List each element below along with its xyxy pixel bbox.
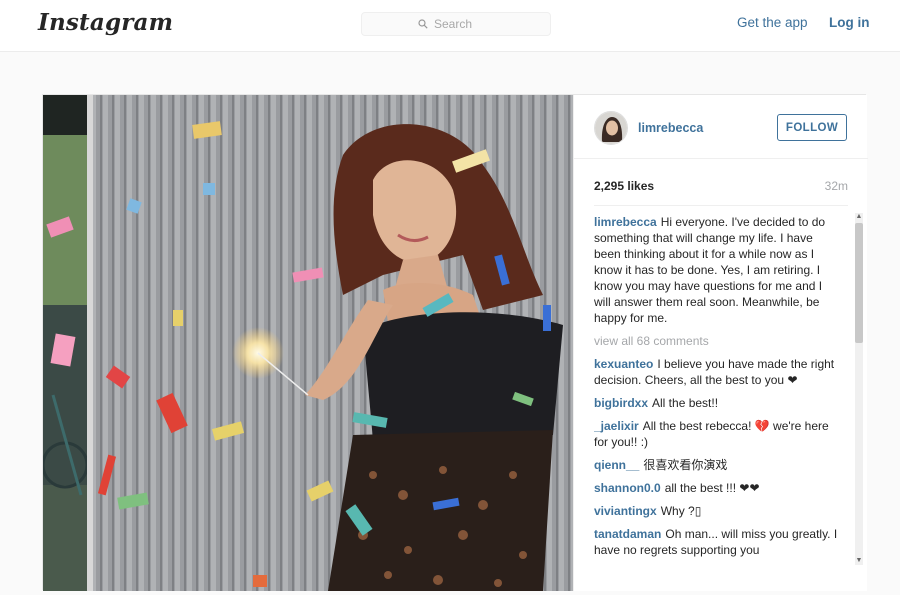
comment-username[interactable]: qienn__ <box>594 458 639 472</box>
comment-item: tanatdaman Oh man... will miss you greatl… <box>594 526 840 558</box>
search-box[interactable] <box>361 12 551 36</box>
divider <box>594 205 848 206</box>
caption: limrebecca Hi everyone. I've decided to d… <box>594 214 840 326</box>
comment-username[interactable]: bigbirdxx <box>594 396 648 410</box>
search-icon <box>418 19 428 29</box>
post-timestamp: 32m <box>824 179 848 193</box>
post-username[interactable]: limrebecca <box>638 121 703 135</box>
scroll-up-arrow-icon[interactable]: ▲ <box>855 213 863 221</box>
comment-item: kexuanteo I believe you have made the rig… <box>594 356 840 388</box>
log-in-link[interactable]: Log in <box>829 15 870 30</box>
comment-text: Why ?▯ <box>660 504 702 518</box>
comments-scrollbar[interactable]: ▲ ▼ <box>853 213 863 565</box>
instagram-logo[interactable]: Instagram <box>38 9 173 36</box>
post-photo[interactable] <box>43 95 573 591</box>
search-input[interactable] <box>434 17 494 31</box>
scroll-down-arrow-icon[interactable]: ▼ <box>855 557 863 565</box>
scrollbar-thumb[interactable] <box>855 223 863 343</box>
get-the-app-link[interactable]: Get the app <box>737 15 808 30</box>
avatar[interactable] <box>594 111 628 145</box>
comments-list: limrebecca Hi everyone. I've decided to d… <box>594 214 840 580</box>
caption-text: Hi everyone. I've decided to do somethin… <box>594 215 826 325</box>
follow-button[interactable]: FOLLOW <box>777 114 847 141</box>
comment-username[interactable]: viviantingx <box>594 504 657 518</box>
comment-text: 很喜欢看你演戏 <box>643 458 728 472</box>
comment-username[interactable]: limrebecca <box>594 215 657 229</box>
view-all-comments-link[interactable]: view all 68 comments <box>594 333 840 349</box>
comment-item: _jaelixir All the best rebecca! 💔 we're h… <box>594 418 840 450</box>
likes-count[interactable]: 2,295 likes <box>594 179 654 193</box>
top-bar: Instagram Get the app Log in <box>0 0 900 52</box>
post-card: limrebecca FOLLOW 2,295 likes 32m limreb… <box>42 94 868 591</box>
comment-username[interactable]: _jaelixir <box>594 419 639 433</box>
comment-text: All the best!! <box>652 396 719 410</box>
post-stats: 2,295 likes 32m <box>594 179 848 195</box>
comment-username[interactable]: tanatdaman <box>594 527 661 541</box>
comment-item: viviantingx Why ?▯ <box>594 503 840 519</box>
post-header: limrebecca FOLLOW <box>574 95 868 159</box>
comment-username[interactable]: kexuanteo <box>594 357 653 371</box>
comment-item: bigbirdxx All the best!! <box>594 395 840 411</box>
comment-username[interactable]: shannon0.0 <box>594 481 661 495</box>
comment-item: qienn__ 很喜欢看你演戏 <box>594 457 840 473</box>
comment-text: all the best !!! ❤❤ <box>664 481 760 495</box>
post-sidebar: limrebecca FOLLOW 2,295 likes 32m limreb… <box>573 95 868 591</box>
comment-item: shannon0.0 all the best !!! ❤❤ <box>594 480 840 496</box>
